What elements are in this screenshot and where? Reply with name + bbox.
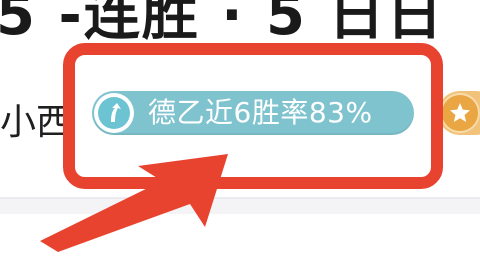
team-name: 小西 bbox=[0, 102, 73, 143]
win-rate-text: 德乙近6胜率83% bbox=[148, 96, 373, 129]
win-rate-badge[interactable]: 德乙近6胜率83% bbox=[92, 91, 414, 135]
match-row: 小西 德乙近6胜率83% bbox=[0, 85, 480, 155]
trend-up-arrow-icon bbox=[94, 93, 134, 133]
headline-clip: 5 -连胜 · 5 日日 bbox=[0, 0, 480, 44]
star-icon bbox=[440, 93, 480, 133]
next-badge[interactable] bbox=[438, 91, 480, 135]
screenshot-stage: 5 -连胜 · 5 日日 小西 德乙近6胜率83% bbox=[0, 0, 480, 270]
lower-card bbox=[0, 214, 480, 270]
headline-text: 5 -连胜 · 5 日日 bbox=[0, 0, 445, 44]
